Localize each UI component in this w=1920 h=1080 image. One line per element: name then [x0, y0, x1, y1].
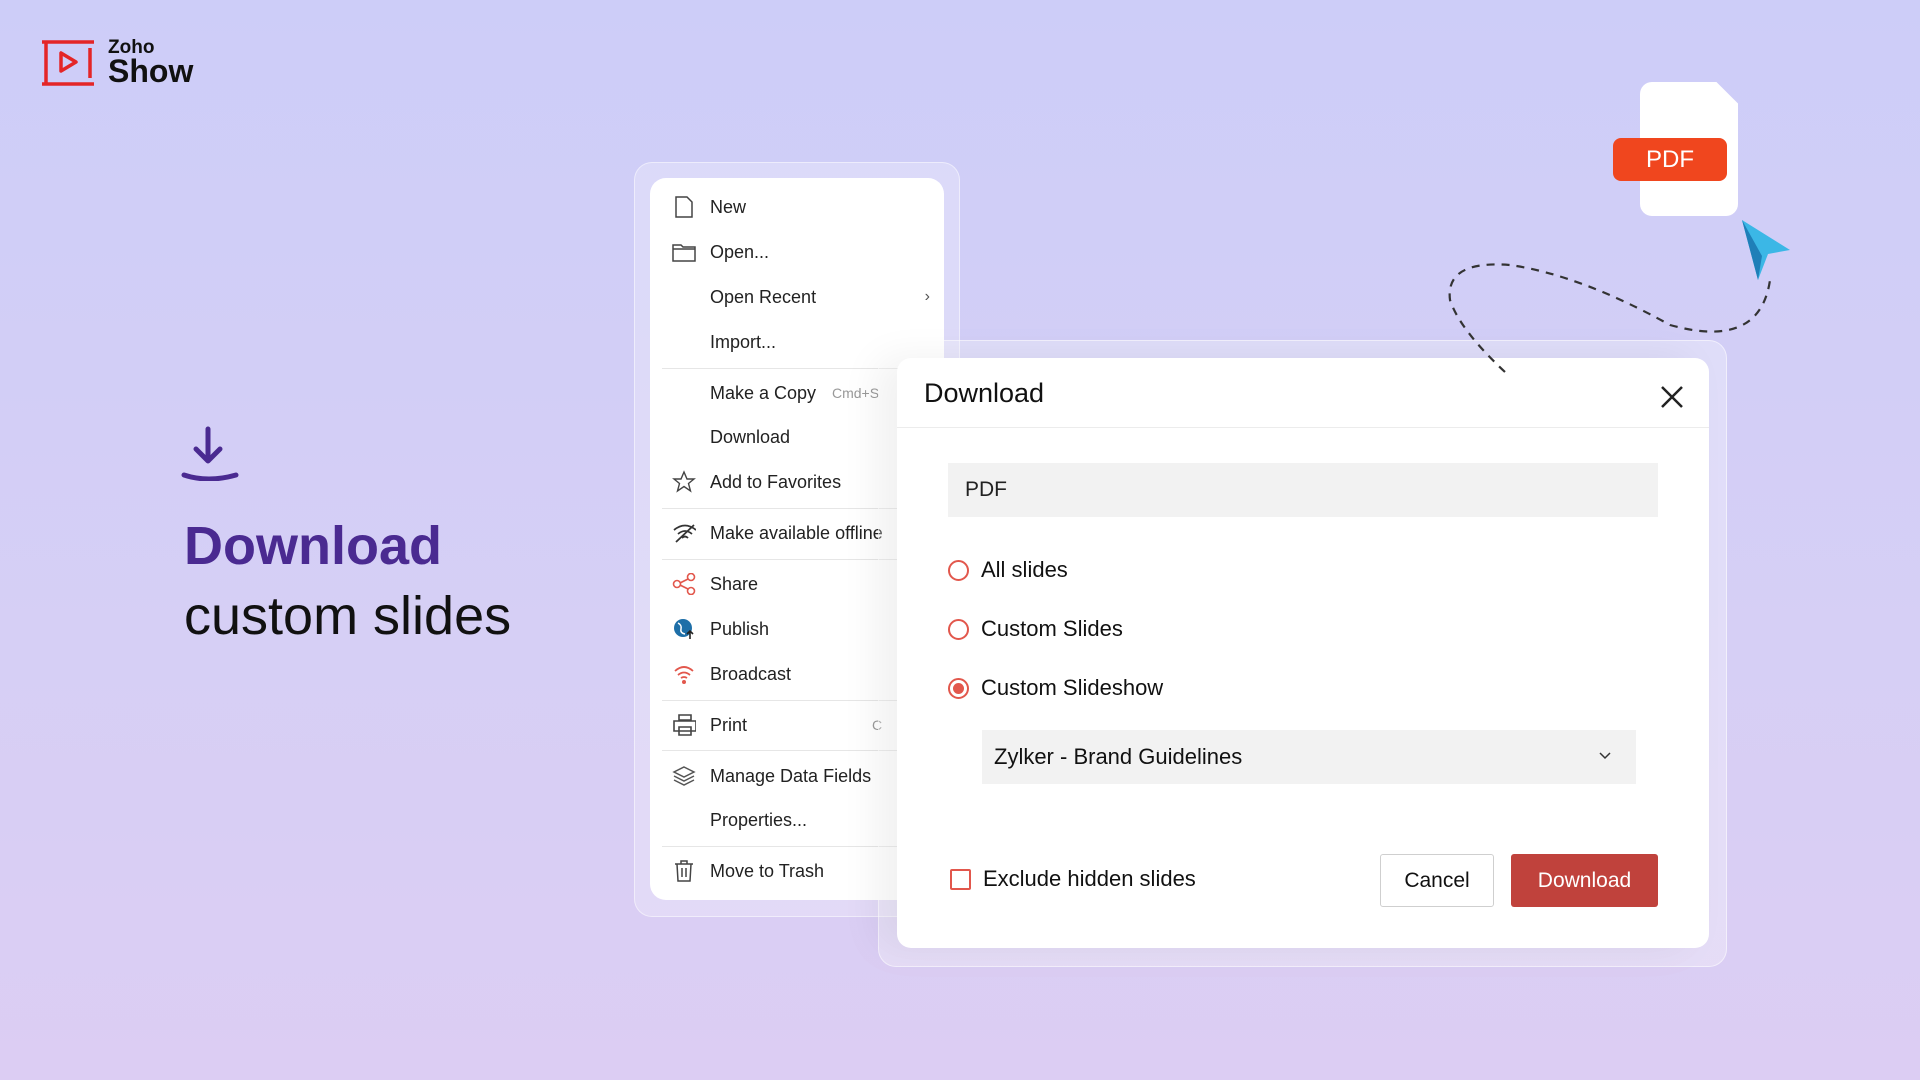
- menu-item-label: Open Recent: [710, 286, 817, 307]
- hero-subtitle: custom slides: [184, 586, 512, 646]
- layers-icon: [672, 764, 696, 788]
- zoho-show-logo: Zoho Show: [40, 38, 193, 87]
- trash-icon: [672, 859, 696, 883]
- star-icon: [672, 470, 696, 494]
- logo-icon: [42, 39, 94, 86]
- menu-item-label: Download: [710, 426, 791, 447]
- menu-item-label: Add to Favorites: [710, 471, 842, 492]
- printer-icon: [672, 713, 696, 737]
- menu-item-label: Make a Copy: [710, 382, 817, 403]
- divider: [897, 427, 1709, 428]
- option-label: All slides: [981, 557, 1068, 582]
- menu-item-open[interactable]: Open...: [650, 232, 944, 272]
- menu-item-new[interactable]: New: [650, 187, 944, 227]
- share-icon: [672, 572, 696, 596]
- menu-item-label: Open...: [710, 241, 770, 262]
- download-icon: [181, 426, 239, 481]
- option-custom-slides[interactable]: Custom Slides: [948, 616, 1123, 642]
- folder-icon: [672, 240, 696, 264]
- dropdown-value: Zylker - Brand Guidelines: [994, 744, 1243, 769]
- chevron-down-icon: [1599, 752, 1611, 760]
- menu-item-label: Manage Data Fields: [710, 765, 872, 786]
- checkbox-label: Exclude hidden slides: [983, 866, 1196, 891]
- menu-item-label: Properties...: [710, 809, 808, 830]
- option-label: Custom Slideshow: [981, 675, 1164, 700]
- option-label: Custom Slides: [981, 616, 1123, 641]
- dialog-title: Download: [924, 378, 1045, 408]
- broadcast-icon: [672, 662, 696, 686]
- menu-item-label: Import...: [710, 331, 777, 352]
- checkbox[interactable]: [950, 868, 971, 890]
- radio-button[interactable]: [948, 559, 969, 581]
- slideshow-dropdown[interactable]: Zylker - Brand Guidelines: [982, 730, 1636, 784]
- menu-item-label: Move to Trash: [710, 860, 825, 881]
- download-button[interactable]: Download: [1511, 854, 1658, 907]
- exclude-hidden-checkbox[interactable]: Exclude hidden slides: [950, 866, 1196, 892]
- download-dialog: Download PDF All slides Custom Slides Cu…: [897, 358, 1709, 948]
- logo-show: Show: [108, 53, 194, 89]
- menu-item-open-recent[interactable]: Open Recent ›: [650, 277, 944, 317]
- wifi-off-icon: [672, 521, 696, 545]
- option-custom-slideshow[interactable]: Custom Slideshow: [948, 675, 1163, 701]
- format-select[interactable]: PDF: [948, 463, 1658, 517]
- file-icon: [672, 195, 696, 219]
- hero-title: Download: [184, 516, 442, 576]
- menu-item-label: New: [710, 196, 747, 217]
- globe-icon: [672, 617, 696, 641]
- option-all-slides[interactable]: All slides: [948, 557, 1068, 583]
- shortcut-label: Cmd+S: [832, 385, 880, 401]
- menu-item-label: Broadcast: [710, 663, 792, 684]
- chevron-right-icon: ›: [924, 288, 930, 305]
- menu-item-label: Share: [710, 573, 759, 594]
- radio-button[interactable]: [948, 618, 969, 640]
- cancel-button[interactable]: Cancel: [1380, 854, 1494, 907]
- menu-item-label: Print: [710, 714, 748, 735]
- pdf-badge: PDF: [1613, 138, 1727, 181]
- radio-button-selected[interactable]: [948, 677, 969, 699]
- menu-item-label: Make available offline: [710, 522, 883, 543]
- cursor-icon: [1742, 220, 1790, 280]
- menu-item-label: Publish: [710, 618, 770, 639]
